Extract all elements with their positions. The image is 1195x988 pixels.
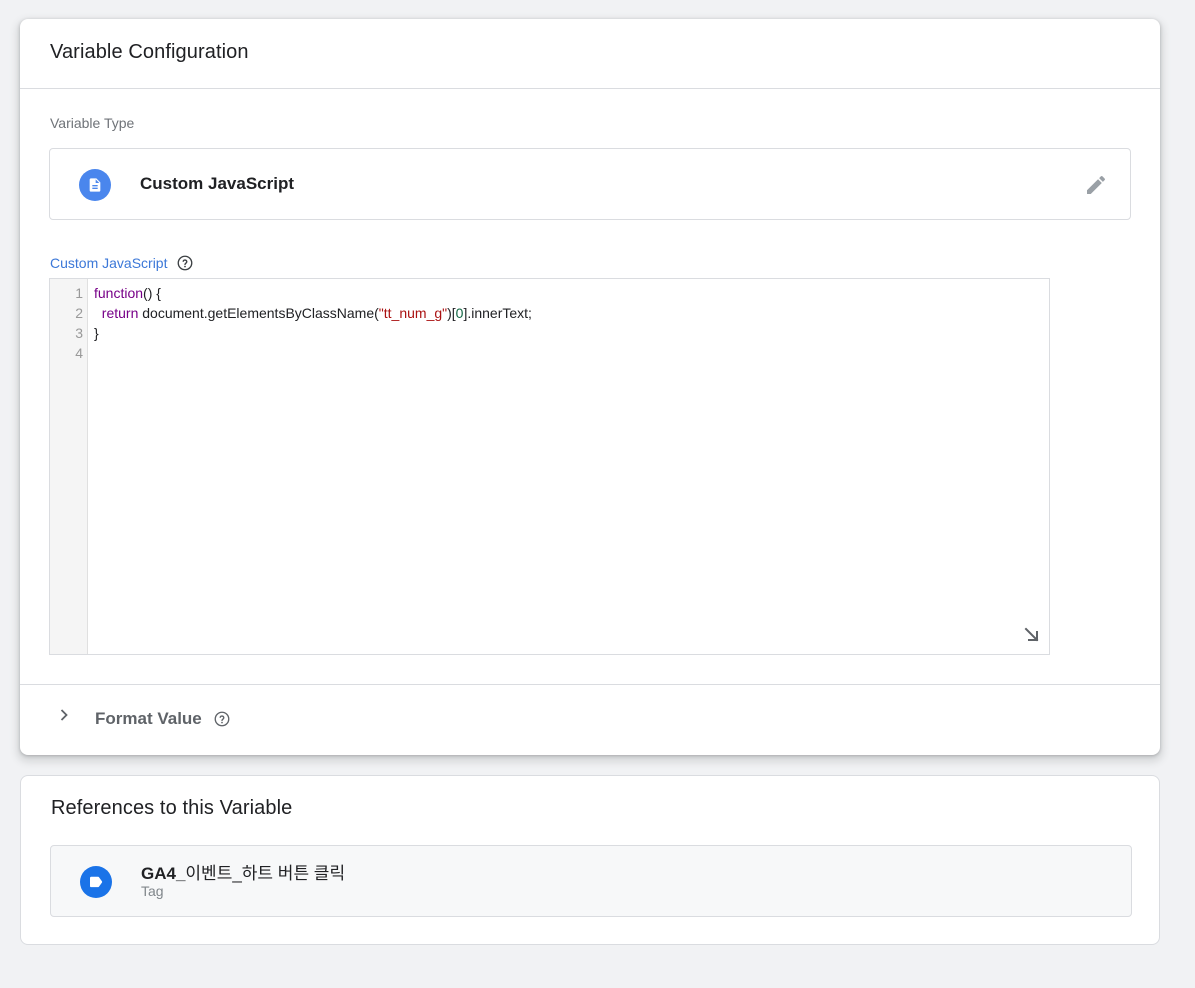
- variable-type-name: Custom JavaScript: [140, 174, 294, 193]
- line-number-gutter: 1 2 3 4: [50, 279, 88, 654]
- help-icon[interactable]: [213, 710, 231, 733]
- format-value-toggle[interactable]: Format Value: [20, 699, 1160, 739]
- variable-type-label: Variable Type: [50, 115, 135, 131]
- code-text: document.getElementsByClassName(: [138, 305, 379, 321]
- code-keyword: return: [101, 305, 139, 321]
- line-number: 1: [75, 285, 83, 301]
- line-number: 2: [75, 305, 83, 321]
- code-text: )[: [447, 305, 456, 321]
- format-value-label: Format Value: [95, 709, 202, 728]
- reference-item[interactable]: GA4_이벤트_하트 버튼 클릭 Tag: [50, 845, 1132, 917]
- card-title: Variable Configuration: [50, 41, 249, 63]
- variable-configuration-card: Variable Configuration Variable Type Cus…: [20, 19, 1160, 755]
- help-icon[interactable]: [176, 254, 194, 272]
- chevron-right-icon: [60, 709, 68, 721]
- references-title: References to this Variable: [51, 797, 293, 819]
- code-line: return document.getElementsByClassName("…: [94, 303, 532, 323]
- code-keyword: function: [94, 285, 144, 301]
- custom-javascript-label: Custom JavaScript: [50, 254, 194, 272]
- document-icon: [79, 169, 111, 201]
- edit-button[interactable]: [1082, 171, 1110, 199]
- code-editor[interactable]: 1 2 3 4 function() { return document.get…: [49, 278, 1050, 655]
- resize-handle-icon[interactable]: [1023, 626, 1041, 644]
- code-text: ].innerText;: [463, 305, 532, 321]
- custom-javascript-label-text: Custom JavaScript: [50, 255, 168, 271]
- reference-type: Tag: [141, 883, 164, 899]
- divider: [20, 88, 1160, 89]
- variable-type-selector[interactable]: Custom JavaScript: [49, 148, 1131, 220]
- code-string: "tt_num_g": [378, 305, 448, 321]
- line-number: 3: [75, 325, 83, 341]
- divider: [20, 684, 1160, 685]
- line-number: 4: [75, 345, 83, 361]
- code-text: () {: [143, 285, 161, 301]
- code-line: function() {: [94, 283, 161, 303]
- reference-name-prefix: GA4_: [141, 864, 186, 883]
- pencil-icon: [1087, 175, 1106, 194]
- references-card: References to this Variable GA4_이벤트_하트 버…: [20, 775, 1160, 945]
- tag-icon: [80, 866, 112, 898]
- reference-name-rest: 이벤트_하트 버튼 클릭: [185, 864, 346, 883]
- reference-name: GA4_이벤트_하트 버튼 클릭: [141, 859, 345, 884]
- code-line: }: [94, 325, 99, 341]
